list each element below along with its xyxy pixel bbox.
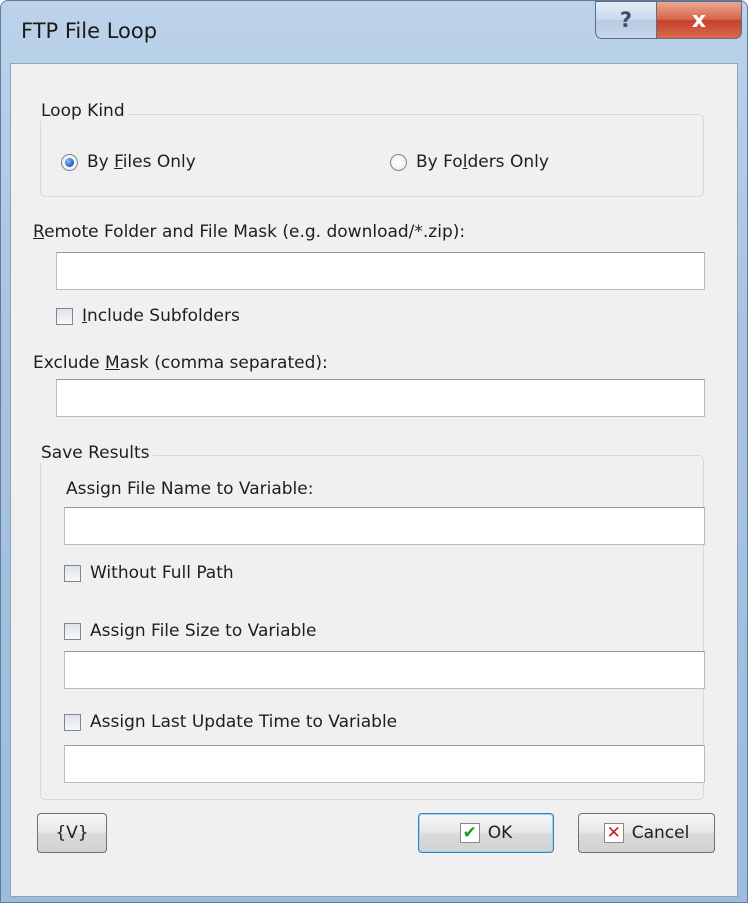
checkmark-icon: ✔ [459,823,480,843]
include-subfolders-checkbox[interactable]: Include Subfolders [56,306,276,328]
cancel-button-label: Cancel [631,823,690,843]
close-button[interactable]: x [656,1,742,39]
help-icon: ? [619,8,633,32]
variables-button[interactable]: {V} [37,813,107,853]
close-icon: x [691,7,707,33]
include-subfolders-checkbox-box[interactable] [56,308,73,325]
help-button[interactable]: ? [595,1,657,39]
assign-file-size-checkbox-box[interactable] [64,623,81,640]
ok-button[interactable]: ✔ OK [418,813,554,853]
assign-file-size-input[interactable] [64,651,705,689]
cancel-x-icon: ✕ [603,823,624,843]
by-files-only-radio[interactable]: By Files Only [61,152,241,174]
by-files-only-label: By Files Only [87,152,196,172]
include-subfolders-label: Include Subfolders [82,306,240,326]
by-files-only-radio-indicator[interactable] [61,154,78,171]
assign-file-name-label: Assign File Name to Variable: [66,479,314,499]
exclude-mask-input[interactable] [56,379,705,417]
remote-folder-label: Remote Folder and File Mask (e.g. downlo… [33,222,466,242]
exclude-mask-label: Exclude Mask (comma separated): [33,353,328,373]
by-folders-only-radio-indicator[interactable] [390,154,407,171]
dialog-body: Loop Kind By Files Only By Folders Only … [10,63,738,897]
by-folders-only-radio[interactable]: By Folders Only [390,152,590,174]
variables-button-label: {V} [55,823,89,843]
assign-file-size-checkbox[interactable]: Assign File Size to Variable [64,621,384,643]
by-folders-only-label: By Folders Only [416,152,549,172]
assign-last-update-input[interactable] [64,745,705,783]
title-bar[interactable]: FTP File Loop ? x [1,1,747,63]
save-results-legend: Save Results [38,443,153,463]
assign-file-size-label: Assign File Size to Variable [90,621,317,641]
without-full-path-label: Without Full Path [90,563,234,583]
without-full-path-checkbox[interactable]: Without Full Path [64,563,284,585]
assign-last-update-checkbox-box[interactable] [64,714,81,731]
window-title: FTP File Loop [21,19,158,43]
ok-button-label: OK [487,823,513,843]
without-full-path-checkbox-box[interactable] [64,565,81,582]
dialog-window: FTP File Loop ? x Loop Kind By Files Onl… [0,0,748,903]
remote-folder-input[interactable] [56,252,705,290]
assign-last-update-label: Assign Last Update Time to Variable [90,712,398,732]
assign-last-update-checkbox[interactable]: Assign Last Update Time to Variable [64,712,464,734]
loop-kind-legend: Loop Kind [38,101,128,121]
cancel-button[interactable]: ✕ Cancel [578,813,715,853]
assign-file-name-input[interactable] [64,507,705,545]
